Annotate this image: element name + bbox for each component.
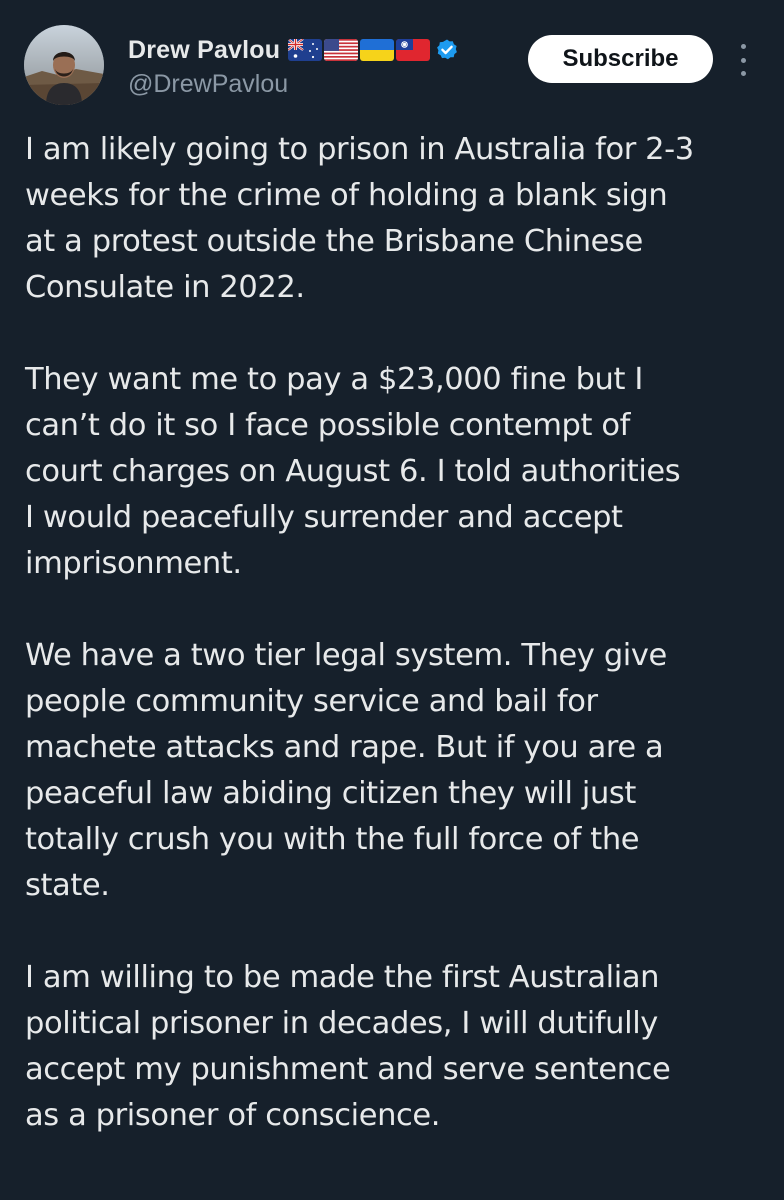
- taiwan-flag-icon: [396, 39, 431, 61]
- text-line: weeks for the crime of holding a blank s…: [25, 178, 668, 213]
- flag-emojis: [288, 39, 431, 61]
- text-line: can’t do it so I face possible contempt …: [25, 408, 630, 443]
- tweet-paragraph: We have a two tier legal system. They gi…: [25, 633, 765, 909]
- text-line: accept my punishment and serve sentence: [25, 1052, 671, 1087]
- text-line: totally crush you with the full force of…: [25, 822, 640, 857]
- text-line: I am willing to be made the first Austra…: [25, 960, 660, 995]
- more-vertical-icon[interactable]: [730, 42, 756, 78]
- tweet-paragraph: They want me to pay a $23,000 fine but I…: [25, 357, 765, 587]
- text-line: court charges on August 6. I told author…: [25, 454, 681, 489]
- verified-badge-icon[interactable]: [435, 38, 459, 62]
- text-line: We have a two tier legal system. They gi…: [25, 638, 667, 673]
- text-line: state.: [25, 868, 110, 903]
- text-line: at a protest outside the Brisbane Chines…: [25, 224, 643, 259]
- tweet-text: I am likely going to prison in Australia…: [25, 127, 765, 1185]
- text-line: people community service and bail for: [25, 684, 598, 719]
- text-line: Consulate in 2022.: [25, 270, 305, 305]
- tweet-paragraph: I am willing to be made the first Austra…: [25, 955, 765, 1139]
- ukraine-flag-icon: [360, 39, 395, 61]
- avatar[interactable]: [24, 25, 104, 105]
- usa-flag-icon: [324, 39, 359, 61]
- text-line: political prisoner in decades, I will du…: [25, 1006, 658, 1041]
- author-name-row: Drew Pavlou: [128, 34, 459, 66]
- avatar-photo: [24, 25, 104, 105]
- text-line: They want me to pay a $23,000 fine but I: [25, 362, 643, 397]
- australia-flag-icon: [288, 39, 323, 61]
- text-line: peaceful law abiding citizen they will j…: [25, 776, 636, 811]
- text-line: machete attacks and rape. But if you are…: [25, 730, 664, 765]
- display-name[interactable]: Drew Pavlou: [128, 36, 280, 65]
- subscribe-button[interactable]: Subscribe: [528, 35, 713, 83]
- text-line: as a prisoner of conscience.: [25, 1098, 441, 1133]
- text-line: I am likely going to prison in Australia…: [25, 132, 694, 167]
- text-line: I would peacefully surrender and accept: [25, 500, 623, 535]
- tweet-paragraph: I am likely going to prison in Australia…: [25, 127, 765, 311]
- tweet-card: Drew Pavlou @DrewPavlou Subscribe I am l…: [0, 0, 784, 1200]
- author-handle[interactable]: @DrewPavlou: [128, 70, 288, 99]
- text-line: imprisonment.: [25, 546, 242, 581]
